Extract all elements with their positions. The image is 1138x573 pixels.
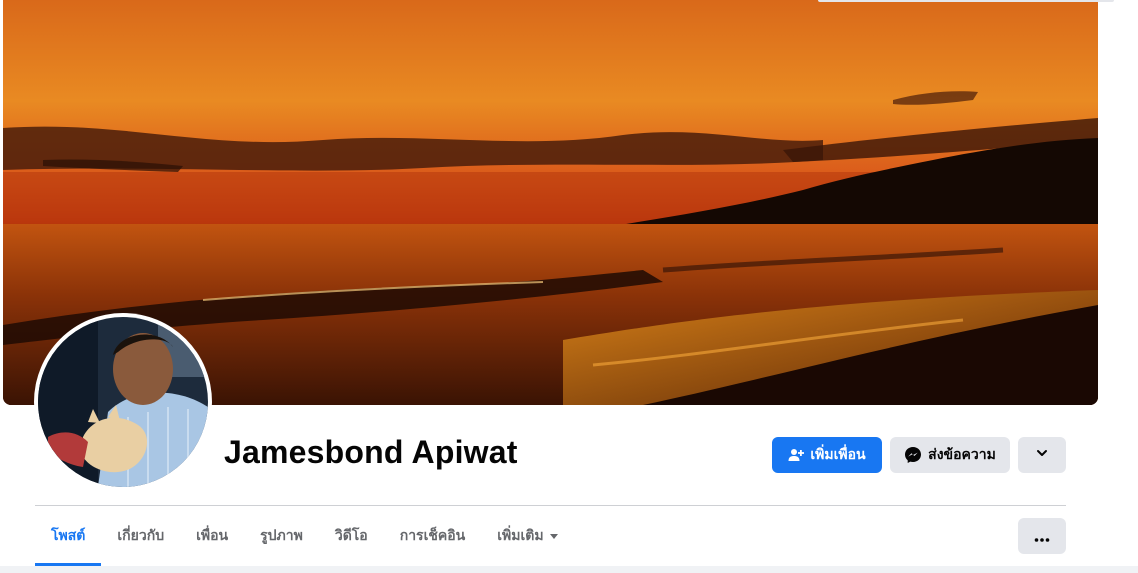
tab-options-button[interactable] (1018, 518, 1066, 554)
profile-name: Jamesbond Apiwat (224, 434, 518, 470)
add-friend-button[interactable]: เพิ่มเพื่อน (772, 437, 882, 473)
send-message-label: ส่งข้อความ (928, 447, 996, 463)
tab-label: เพื่อน (196, 528, 229, 544)
page-background (0, 566, 1138, 573)
tab-checkins[interactable]: การเช็คอิน (384, 506, 482, 566)
ellipsis-icon (1034, 527, 1050, 546)
more-actions-button[interactable] (1018, 437, 1066, 473)
tab-label: โพสต์ (51, 528, 86, 544)
chevron-down-icon (1035, 446, 1049, 464)
add-friend-icon (788, 447, 805, 463)
tab-videos[interactable]: วิดีโอ (319, 506, 384, 566)
tab-more[interactable]: เพิ่มเติม (481, 506, 573, 566)
tab-about[interactable]: เกี่ยวกับ (101, 506, 180, 566)
profile-avatar[interactable] (38, 317, 208, 487)
caret-down-icon (549, 533, 558, 539)
tab-label: เพิ่มเติม (497, 528, 544, 544)
profile-tabs: โพสต์ เกี่ยวกับ เพื่อน รูปภาพ วิดีโอ การ… (35, 506, 574, 566)
tab-label: วิดีโอ (334, 528, 368, 544)
tab-label: รูปภาพ (260, 528, 303, 544)
tab-label: การเช็คอิน (399, 528, 466, 544)
right-edge-fade (1098, 0, 1138, 300)
send-message-button[interactable]: ส่งข้อความ (890, 437, 1010, 473)
tab-posts[interactable]: โพสต์ (35, 506, 102, 566)
top-menu-edge (818, 0, 1114, 2)
messenger-icon (904, 446, 922, 464)
tab-photos[interactable]: รูปภาพ (244, 506, 319, 566)
tab-label: เกี่ยวกับ (117, 528, 165, 544)
add-friend-label: เพิ่มเพื่อน (810, 447, 866, 463)
tab-friends[interactable]: เพื่อน (180, 506, 244, 566)
